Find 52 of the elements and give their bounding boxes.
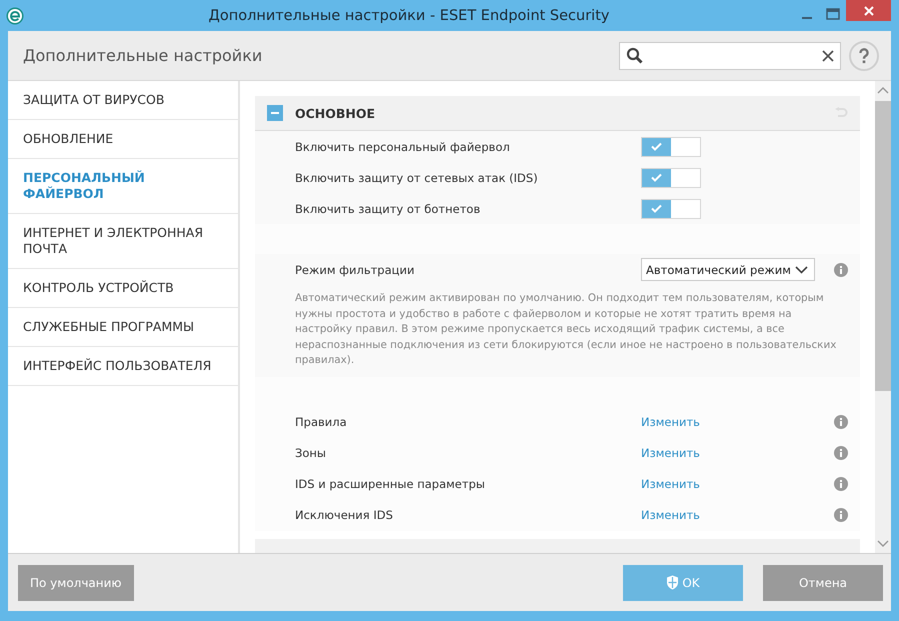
info-icon[interactable] — [834, 262, 848, 276]
edit-link[interactable]: Изменить — [641, 477, 700, 491]
app-logo-icon — [6, 6, 24, 24]
toggle-switch[interactable] — [641, 136, 701, 156]
search-icon — [626, 46, 644, 64]
info-icon[interactable] — [834, 446, 848, 460]
sidebar-item[interactable]: ИНТЕРФЕЙС ПОЛЬЗОВАТЕЛЯ — [8, 347, 238, 386]
toggle-switch[interactable] — [641, 198, 701, 218]
close-button[interactable] — [846, 0, 891, 21]
help-icon — [858, 48, 870, 64]
cancel-button[interactable]: Отмена — [763, 564, 883, 600]
check-icon — [651, 142, 662, 151]
sidebar-item[interactable]: ЗАЩИТА ОТ ВИРУСОВ — [8, 81, 238, 120]
default-button[interactable]: По умолчанию — [18, 564, 134, 600]
setting-label: Включить персональный файервол — [295, 140, 511, 154]
setting-label: Зоны — [295, 446, 328, 460]
info-icon[interactable] — [834, 508, 848, 522]
help-button[interactable] — [849, 40, 879, 70]
collapse-button[interactable] — [267, 105, 283, 121]
sidebar-item[interactable]: ОБНОВЛЕНИЕ — [8, 120, 238, 159]
check-icon — [651, 173, 662, 182]
close-icon — [864, 6, 874, 16]
clear-icon[interactable] — [822, 50, 834, 62]
chevron-down-icon — [795, 266, 808, 274]
setting-label: IDS и расширенные параметры — [295, 477, 486, 491]
info-icon[interactable] — [834, 415, 848, 429]
search-field[interactable] — [619, 42, 841, 70]
setting-label: Правила — [295, 415, 348, 429]
setting-label: Режим фильтрации — [295, 262, 416, 276]
shield-icon — [666, 575, 680, 590]
info-icon[interactable] — [834, 477, 848, 491]
setting-label: Включить защиту от ботнетов — [295, 202, 482, 216]
setting-label: Включить защиту от сетевых атак (IDS) — [295, 170, 539, 184]
description-text: Автоматический режим активирован по умолчанию. Он подходит тем пользователям, которым нужны простота и удобство в работе с файерволом и которые не хотят тратить время на настройку правил. В этом режиме пропускается весь исходящий трафик системы, а все нераспознанные подключения из сети блокируются (если иное не настроено в пользовательских правилах). — [255, 285, 860, 376]
scroll-up-icon[interactable] — [877, 85, 889, 95]
page-title: Дополнительные настройки — [23, 46, 264, 65]
edit-link[interactable]: Изменить — [641, 415, 700, 429]
edit-link[interactable]: Изменить — [641, 508, 700, 522]
sidebar-item[interactable]: ИНТЕРНЕТ И ЭЛЕКТРОННАЯ ПОЧТА — [8, 214, 238, 269]
setting-label: Исключения IDS — [295, 508, 394, 522]
sidebar-item[interactable]: ПЕРСОНАЛЬНЫЙ ФАЙЕРВОЛ — [8, 159, 238, 214]
sidebar-item[interactable]: КОНТРОЛЬ УСТРОЙСТВ — [8, 269, 238, 308]
mode-dropdown[interactable]: Автоматический режим — [641, 258, 815, 281]
ok-button[interactable]: OK — [623, 564, 743, 600]
section-title: ОСНОВНОЕ — [295, 106, 376, 120]
edit-link[interactable]: Изменить — [641, 446, 700, 460]
window-title: Дополнительные настройки - ESET Endpoint Security — [208, 8, 610, 24]
toggle-switch[interactable] — [641, 168, 701, 188]
scroll-down-icon[interactable] — [877, 539, 889, 549]
sidebar-item[interactable]: СЛУЖЕБНЫЕ ПРОГРАММЫ — [8, 308, 238, 347]
scrollbar[interactable] — [875, 81, 891, 553]
check-icon — [651, 204, 662, 213]
